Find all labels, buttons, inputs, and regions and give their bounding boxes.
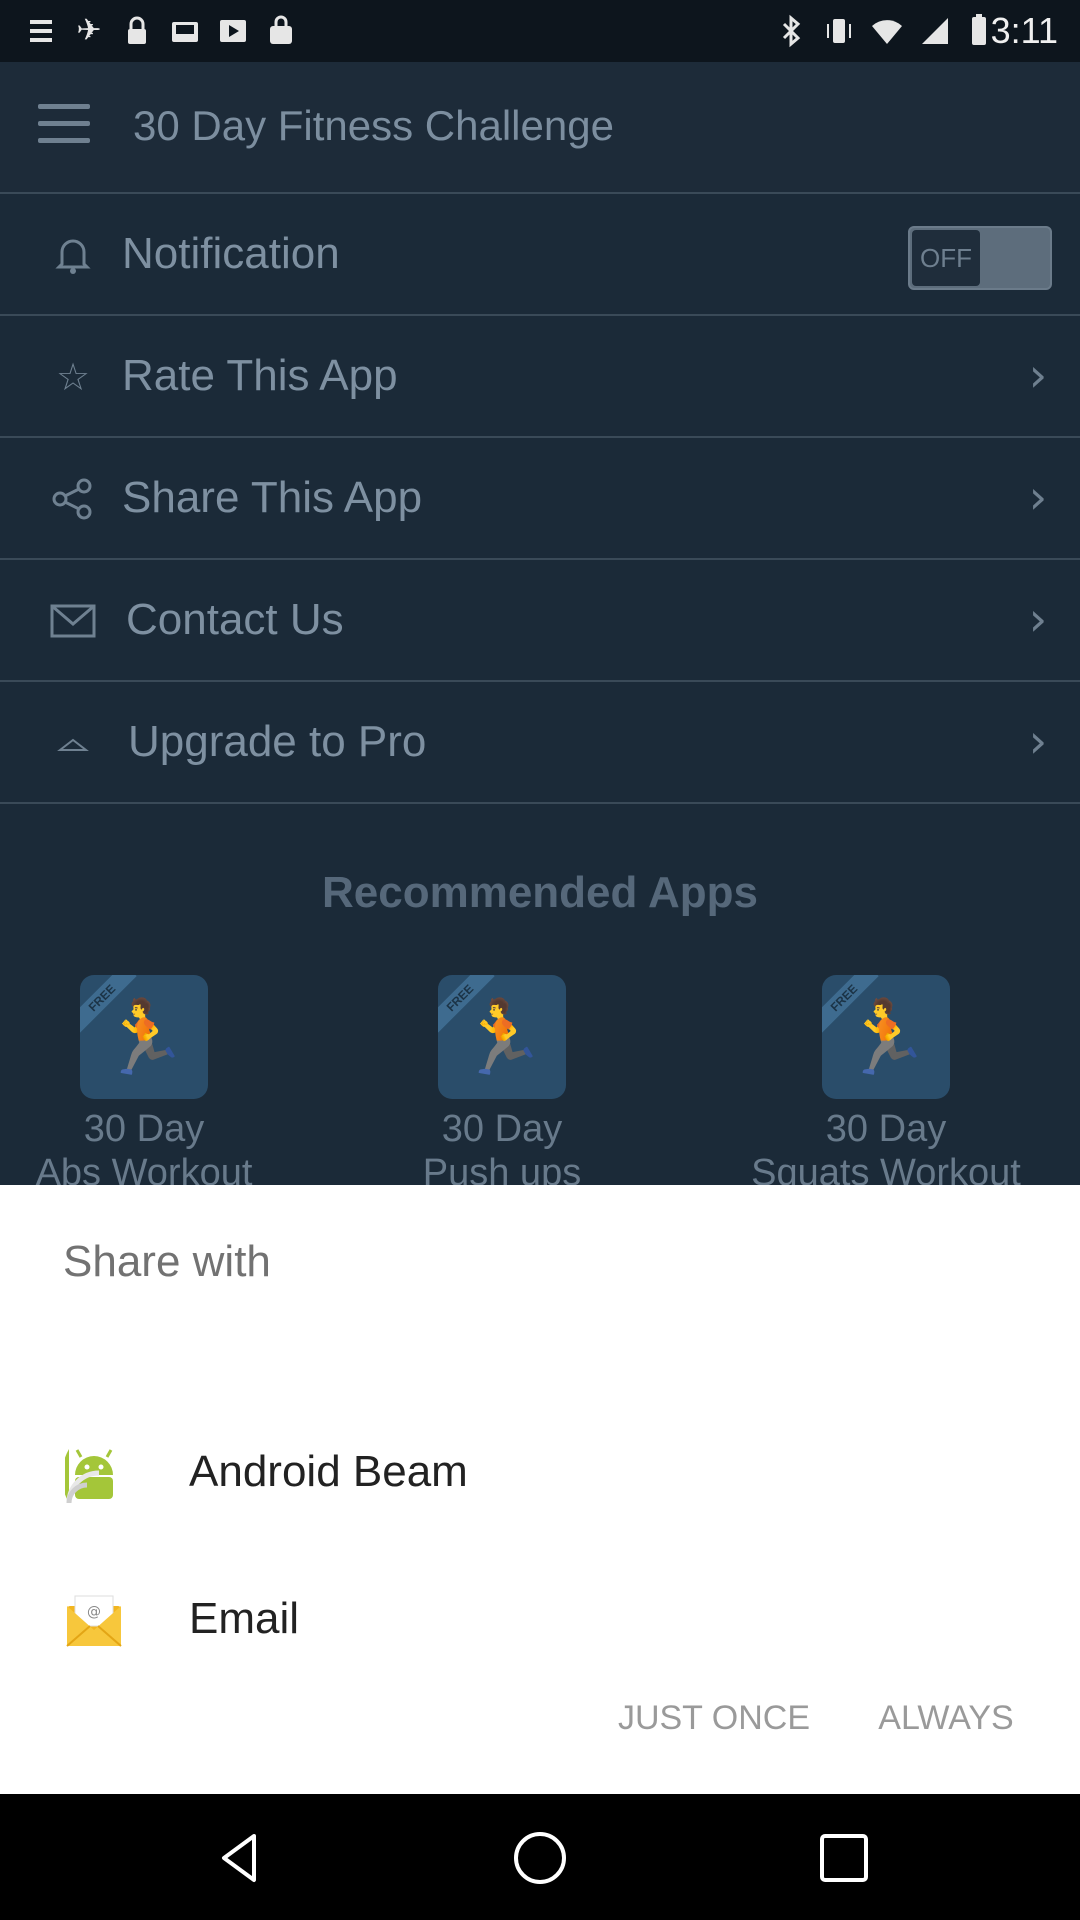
share-app-label: Share This App — [122, 473, 423, 522]
home-icon[interactable] — [510, 1828, 570, 1888]
settings-row-contact[interactable]: Contact Us › — [0, 560, 1080, 682]
fake-gps-icon: ✈ — [76, 13, 102, 48]
upgrade-label: Upgrade to Pro — [128, 717, 427, 766]
status-time: 3:11 — [990, 10, 1058, 51]
hamburger-menu-icon[interactable] — [38, 104, 90, 144]
share-option-android-beam[interactable]: Android Beam — [0, 1405, 1080, 1545]
star-icon: ☆ — [55, 355, 91, 399]
notification-toggle[interactable]: OFF — [908, 226, 1052, 290]
bag-icon — [264, 14, 298, 48]
video-icon — [216, 14, 250, 48]
wifi-icon — [870, 14, 904, 48]
notification-label: Notification — [122, 229, 340, 278]
app-thumbnail: 🏃 FREE — [80, 975, 208, 1099]
app-name-line1: 30 Day — [825, 1108, 947, 1150]
chevron-right-icon: › — [1028, 592, 1048, 646]
toggle-off-label: OFF — [912, 230, 980, 286]
share-sheet-title: Share with — [63, 1237, 271, 1286]
recommended-apps-title: Recommended Apps — [321, 868, 758, 917]
svg-text:@: @ — [87, 1604, 101, 1620]
settings-row-share-app[interactable]: Share This App › — [0, 438, 1080, 560]
app-bar: 30 Day Fitness Challenge — [0, 62, 1080, 194]
bluetooth-icon — [774, 14, 808, 48]
inbox-icon — [168, 14, 202, 48]
vibrate-icon — [822, 14, 856, 48]
share-option-email[interactable]: @ Email — [0, 1552, 1080, 1692]
share-icon — [50, 476, 96, 522]
rate-app-label: Rate This App — [122, 351, 398, 400]
recommended-app-abs[interactable]: 🏃 FREE 30 Day Abs Workout — [0, 975, 294, 1195]
back-icon[interactable] — [210, 1828, 270, 1888]
recommended-app-squats[interactable]: 🏃 FREE 30 Day Squats Workout — [736, 975, 1036, 1195]
bell-icon — [50, 232, 96, 278]
android-beam-icon — [61, 1445, 123, 1504]
just-once-button[interactable]: JUST ONCE — [604, 1682, 824, 1754]
app-thumbnail: 🏃 FREE — [438, 975, 566, 1099]
recents-icon[interactable] — [814, 1828, 874, 1888]
envelope-icon — [50, 598, 96, 644]
contact-label: Contact Us — [126, 595, 344, 644]
app-name-line1: 30 Day — [83, 1108, 205, 1150]
navigation-bar — [0, 1794, 1080, 1920]
chevron-right-icon: › — [1028, 714, 1048, 768]
chevron-right-icon: › — [1028, 348, 1048, 402]
app-name-line1: 30 Day — [441, 1108, 563, 1150]
settings-row-rate-app[interactable]: ☆ Rate This App › — [0, 316, 1080, 438]
app-title: 30 Day Fitness Challenge — [133, 102, 614, 149]
lock-icon — [120, 14, 154, 48]
menu-icon — [24, 14, 58, 48]
chevron-right-icon: › — [1028, 470, 1048, 524]
settings-row-notification[interactable]: Notification OFF — [0, 194, 1080, 316]
always-button[interactable]: ALWAYS — [862, 1682, 1030, 1754]
status-bar: ✈ 3:11 — [0, 0, 1080, 62]
app-thumbnail: 🏃 FREE — [822, 975, 950, 1099]
cellular-icon — [918, 14, 952, 48]
share-sheet: Share with Android Beam @ Email JUST ONC… — [0, 1185, 1080, 1794]
android-beam-label: Android Beam — [189, 1447, 468, 1496]
settings-row-upgrade[interactable]: Upgrade to Pro › — [0, 682, 1080, 804]
email-icon: @ — [65, 1592, 123, 1650]
email-label: Email — [189, 1594, 300, 1643]
upgrade-icon — [50, 720, 96, 766]
